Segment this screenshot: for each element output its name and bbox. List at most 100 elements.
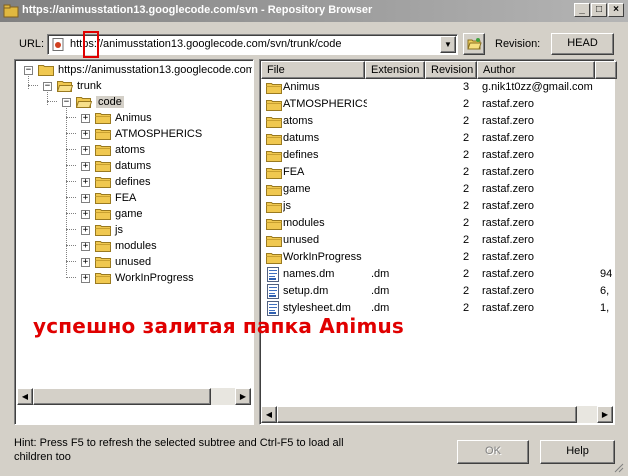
folder-icon (95, 160, 111, 172)
tree-node-label: FEA (115, 192, 137, 204)
file-author: rastaf.zero (482, 285, 534, 297)
list-item[interactable]: WorkInProgress 2 rastaf.zero (261, 249, 613, 266)
tree-node-root[interactable]: − https://animusstation13.googlecode.com… (24, 62, 252, 78)
close-button[interactable]: × (608, 3, 624, 17)
file-name: FEA (283, 166, 305, 178)
window-title: https://animusstation13.googlecode.com/s… (22, 4, 373, 16)
column-file[interactable]: File (261, 61, 365, 79)
list-item[interactable]: datums 2 rastaf.zero (261, 130, 613, 147)
scroll-thumb[interactable] (277, 406, 577, 423)
resize-grip[interactable] (612, 461, 624, 473)
file-list-header: File Extension Revision Author (261, 61, 617, 79)
url-label: URL: (19, 38, 45, 50)
expand-icon[interactable]: + (81, 225, 90, 235)
folder-icon (95, 192, 111, 204)
file-revision: 2 (463, 166, 470, 178)
file-revision: 2 (463, 98, 470, 110)
tree-node-unused[interactable]: + unused (81, 254, 151, 270)
list-item[interactable]: js 2 rastaf.zero (261, 198, 613, 215)
tree-node-label: atoms (115, 144, 145, 156)
column-size[interactable] (595, 61, 617, 79)
expand-icon[interactable]: + (81, 161, 90, 171)
url-dropdown-button[interactable]: ▼ (440, 36, 456, 53)
expand-icon[interactable]: + (81, 209, 90, 219)
tree-node-animus[interactable]: + Animus (81, 110, 152, 126)
list-item[interactable]: unused 2 rastaf.zero (261, 232, 613, 249)
red-highlight-box (83, 31, 99, 58)
tree-node-atmospherics[interactable]: + ATMOSPHERICS (81, 126, 202, 142)
head-button[interactable]: HEAD (551, 33, 614, 55)
list-item[interactable]: atoms 2 rastaf.zero (261, 113, 613, 130)
expand-icon[interactable]: + (81, 177, 90, 187)
tree-node-workinprogress[interactable]: + WorkInProgress (81, 270, 194, 286)
file-author: rastaf.zero (482, 166, 534, 178)
list-item[interactable]: ATMOSPHERICS 2 rastaf.zero (261, 96, 613, 113)
list-item[interactable]: setup.dm .dm 2 rastaf.zero 6, (261, 283, 613, 300)
repository-tree[interactable]: − https://animusstation13.googlecode.com… (14, 59, 254, 425)
scroll-left-button[interactable]: ◀ (17, 388, 33, 405)
scroll-right-button[interactable]: ▶ (235, 388, 251, 405)
scroll-thumb[interactable] (33, 388, 211, 405)
column-revision[interactable]: Revision (425, 61, 477, 79)
collapse-icon[interactable]: − (43, 81, 52, 91)
expand-icon[interactable]: + (81, 257, 90, 267)
column-author[interactable]: Author (477, 61, 595, 79)
folder-open-icon (57, 80, 73, 92)
expand-icon[interactable]: + (81, 241, 90, 251)
folder-icon (266, 99, 282, 114)
expand-icon[interactable]: + (81, 273, 90, 283)
folder-icon (95, 208, 111, 220)
file-revision: 2 (463, 149, 470, 161)
browse-folder-button[interactable] (463, 33, 485, 55)
file-name: names.dm (283, 268, 335, 280)
tree-node-game[interactable]: + game (81, 206, 143, 222)
tree-node-datums[interactable]: + datums (81, 158, 151, 174)
expand-icon[interactable]: + (81, 129, 90, 139)
url-combobox[interactable]: https://animusstation13.googlecode.com/s… (47, 34, 458, 55)
tree-trunk-label: trunk (77, 80, 102, 92)
tree-node-defines[interactable]: + defines (81, 174, 150, 190)
help-button[interactable]: Help (540, 440, 615, 464)
url-value[interactable]: https://animusstation13.googlecode.com/s… (70, 38, 342, 50)
tree-node-fea[interactable]: + FEA (81, 190, 136, 206)
collapse-icon[interactable]: − (24, 65, 33, 75)
scroll-right-button[interactable]: ▶ (597, 406, 613, 423)
file-revision: 2 (463, 234, 470, 246)
revision-label: Revision: (495, 38, 541, 50)
expand-icon[interactable]: + (81, 113, 90, 123)
expand-icon[interactable]: + (81, 145, 90, 155)
file-list[interactable]: File Extension Revision Author Animus 3 g.… (259, 59, 617, 425)
tree-node-modules[interactable]: + modules (81, 238, 157, 254)
file-author: rastaf.zero (482, 302, 534, 314)
maximize-button[interactable]: □ (591, 3, 607, 17)
scroll-left-button[interactable]: ◀ (261, 406, 277, 423)
folder-icon (38, 64, 54, 76)
file-name: ATMOSPHERICS (283, 98, 367, 110)
list-item[interactable]: modules 2 rastaf.zero (261, 215, 613, 232)
list-horizontal-scrollbar[interactable]: ◀ ▶ (261, 406, 613, 423)
column-extension[interactable]: Extension (365, 61, 425, 79)
tree-node-atoms[interactable]: + atoms (81, 142, 145, 158)
collapse-icon[interactable]: − (62, 97, 71, 107)
file-extension: .dm (371, 285, 390, 297)
list-item[interactable]: FEA 2 rastaf.zero (261, 164, 613, 181)
tree-horizontal-scrollbar[interactable]: ◀ ▶ (17, 388, 251, 405)
minimize-button[interactable]: _ (574, 3, 590, 17)
folder-icon (95, 128, 111, 140)
file-author: rastaf.zero (482, 98, 534, 110)
tree-node-js[interactable]: + js (81, 222, 123, 238)
file-revision: 2 (463, 268, 470, 280)
expand-icon[interactable]: + (81, 193, 90, 203)
folder-icon (95, 144, 111, 156)
list-item[interactable]: names.dm .dm 2 rastaf.zero 94 (261, 266, 613, 283)
list-item[interactable]: game 2 rastaf.zero (261, 181, 613, 198)
file-size: 6, (600, 285, 610, 297)
list-item[interactable]: Animus 3 g.nik1t0zz@gmail.com (261, 79, 613, 96)
tree-node-code[interactable]: − code (62, 94, 124, 110)
folder-icon (266, 201, 282, 216)
tree-node-trunk[interactable]: − trunk (43, 78, 101, 94)
head-button-label: HEAD (567, 37, 598, 49)
folder-icon (95, 112, 111, 124)
ok-button[interactable]: OK (457, 440, 529, 464)
list-item[interactable]: defines 2 rastaf.zero (261, 147, 613, 164)
